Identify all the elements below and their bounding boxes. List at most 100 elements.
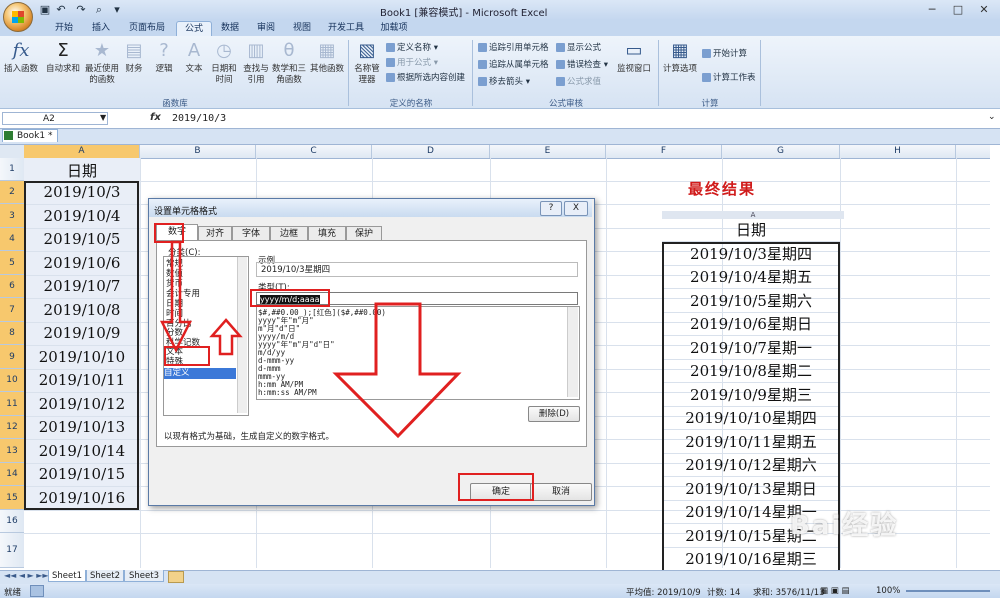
create-from-selection-button[interactable]: 根据所选内容创建 bbox=[386, 72, 465, 84]
sheet-nav-icon[interactable]: ◄◄ ◄ ► ►► bbox=[4, 571, 49, 580]
row-header[interactable]: 7 bbox=[0, 298, 24, 322]
logical-button[interactable]: ? 逻辑 bbox=[150, 40, 178, 75]
save-icon[interactable]: ▣ bbox=[38, 3, 52, 16]
remove-arrows-button[interactable]: 移去箭头 ▾ bbox=[478, 76, 530, 88]
row-header[interactable]: 4 bbox=[0, 228, 24, 251]
column-header-c[interactable]: C bbox=[256, 145, 372, 158]
name-box-dropdown-icon[interactable]: ▼ bbox=[100, 113, 106, 122]
trace-precedents-button[interactable]: 追踪引用单元格 bbox=[478, 42, 549, 54]
minimize-icon[interactable]: ─ bbox=[920, 2, 944, 17]
delete-format-button[interactable]: 删除(D) bbox=[528, 406, 580, 422]
dialog-tab-font[interactable]: 字体 bbox=[232, 226, 270, 240]
cell-a1-header[interactable]: 日期 bbox=[24, 160, 140, 181]
error-checking-button[interactable]: 错误检查 ▾ bbox=[556, 59, 608, 71]
tab-home[interactable]: 开始 bbox=[46, 21, 82, 36]
maximize-icon[interactable]: □ bbox=[946, 2, 970, 17]
select-all-corner[interactable] bbox=[0, 145, 24, 158]
row-header[interactable]: 6 bbox=[0, 275, 24, 298]
print-preview-icon[interactable]: ⌕ bbox=[92, 3, 106, 16]
autosum-button[interactable]: Σ 自动求和 bbox=[46, 40, 80, 75]
calculate-sheet-button[interactable]: 计算工作表 bbox=[702, 72, 756, 84]
undo-icon[interactable]: ↶ bbox=[54, 3, 68, 16]
column-header-g[interactable]: G bbox=[722, 145, 840, 158]
tab-page-layout[interactable]: 页面布局 bbox=[122, 21, 172, 36]
watch-window-button[interactable]: ▭ 监视窗口 bbox=[614, 40, 654, 75]
row-header[interactable]: 9 bbox=[0, 345, 24, 369]
calculator-icon: ▦ bbox=[671, 40, 689, 61]
qat-customize-icon[interactable]: ▾ bbox=[110, 3, 124, 16]
help-icon[interactable]: ? bbox=[540, 201, 562, 216]
dialog-tab-alignment[interactable]: 对齐 bbox=[198, 226, 232, 240]
recent-functions-button[interactable]: ★ 最近使用的函数 bbox=[84, 40, 120, 86]
formula-fx-icon[interactable]: fx bbox=[150, 112, 161, 123]
trace-dependents-button[interactable]: 追踪从属单元格 bbox=[478, 59, 549, 71]
row-header[interactable]: 1 bbox=[0, 158, 24, 181]
tab-developer[interactable]: 开发工具 bbox=[322, 21, 370, 36]
name-box[interactable]: A2 bbox=[2, 112, 108, 125]
row-header[interactable]: 11 bbox=[0, 392, 24, 416]
category-item-selected[interactable]: 自定义 bbox=[164, 368, 236, 379]
row-header[interactable]: 17 bbox=[0, 533, 24, 568]
redo-icon[interactable]: ↷ bbox=[74, 3, 88, 16]
expand-formula-icon[interactable]: ⌄ bbox=[988, 112, 996, 122]
column-header-h[interactable]: H bbox=[840, 145, 956, 158]
tab-addins[interactable]: 加载项 bbox=[374, 21, 414, 36]
column-header-f[interactable]: F bbox=[606, 145, 722, 158]
office-button[interactable] bbox=[3, 2, 33, 32]
date-time-button[interactable]: ◷ 日期和时间 bbox=[208, 40, 240, 86]
use-in-formula-button[interactable]: 用于公式 ▾ bbox=[386, 57, 438, 69]
tab-formulas[interactable]: 公式 bbox=[176, 21, 212, 37]
financial-button[interactable]: ▤ 财务 bbox=[120, 40, 148, 75]
row-header[interactable]: 14 bbox=[0, 463, 24, 486]
column-header-a[interactable]: A bbox=[24, 145, 140, 158]
dialog-tab-protection[interactable]: 保护 bbox=[346, 226, 382, 240]
sheet-tab-1[interactable]: Sheet1 bbox=[48, 570, 86, 582]
zoom-slider[interactable] bbox=[906, 590, 990, 592]
row-header[interactable]: 8 bbox=[0, 322, 24, 345]
sheet-tab-2[interactable]: Sheet2 bbox=[86, 570, 124, 582]
view-buttons-icon[interactable]: ▦ ▣ ▤ bbox=[820, 586, 850, 596]
row-header[interactable]: 12 bbox=[0, 416, 24, 439]
tab-view[interactable]: 视图 bbox=[286, 21, 318, 36]
sheet-tab-3[interactable]: Sheet3 bbox=[124, 570, 164, 582]
insert-function-button[interactable]: fx 插入函数 bbox=[4, 40, 38, 75]
format-list-scrollbar[interactable] bbox=[567, 307, 578, 397]
show-formulas-icon bbox=[556, 43, 565, 52]
row-header[interactable]: 16 bbox=[0, 510, 24, 533]
error-check-icon bbox=[556, 60, 565, 69]
dialog-tab-border[interactable]: 边框 bbox=[270, 226, 308, 240]
more-functions-button[interactable]: ▦ 其他函数 bbox=[308, 40, 346, 75]
row-header[interactable]: 5 bbox=[0, 251, 24, 275]
row-header[interactable]: 2 bbox=[0, 181, 24, 204]
formula-input[interactable]: 2019/10/3 bbox=[172, 113, 226, 124]
dialog-close-icon[interactable]: X bbox=[564, 201, 588, 216]
zoom-level[interactable]: 100% bbox=[876, 586, 900, 596]
tab-review[interactable]: 审阅 bbox=[250, 21, 282, 36]
column-header-d[interactable]: D bbox=[372, 145, 490, 158]
row-header[interactable]: 15 bbox=[0, 486, 24, 510]
evaluate-formula-button[interactable]: 公式求值 bbox=[556, 76, 601, 88]
name-manager-button[interactable]: ▧ 名称管理器 bbox=[352, 40, 382, 86]
row-header[interactable]: 13 bbox=[0, 439, 24, 463]
column-header-b[interactable]: B bbox=[140, 145, 256, 158]
define-name-button[interactable]: 定义名称 ▾ bbox=[386, 42, 438, 54]
dialog-tab-fill[interactable]: 填充 bbox=[308, 226, 346, 240]
tab-insert[interactable]: 插入 bbox=[84, 21, 118, 36]
cancel-button[interactable]: 取消 bbox=[530, 483, 592, 501]
tab-data[interactable]: 数据 bbox=[214, 21, 246, 36]
text-button[interactable]: A 文本 bbox=[180, 40, 208, 75]
math-trig-button[interactable]: θ 数学和三角函数 bbox=[272, 40, 306, 86]
row-header[interactable]: 3 bbox=[0, 204, 24, 228]
calculation-options-button[interactable]: ▦ 计算选项 bbox=[662, 40, 698, 75]
close-icon[interactable]: ✕ bbox=[972, 2, 996, 17]
insert-sheet-icon[interactable] bbox=[168, 571, 184, 583]
row-header[interactable]: 10 bbox=[0, 369, 24, 392]
calculate-now-button[interactable]: 开始计算 bbox=[702, 48, 747, 60]
annotation-arrow-down-icon bbox=[160, 240, 193, 353]
grid-line bbox=[24, 181, 990, 182]
column-header-e[interactable]: E bbox=[490, 145, 606, 158]
format-item[interactable]: h:mm:ss AM/PM bbox=[258, 388, 317, 397]
show-formulas-button[interactable]: 显示公式 bbox=[556, 42, 601, 54]
macro-record-icon[interactable] bbox=[30, 585, 44, 597]
lookup-reference-button[interactable]: ▥ 查找与引用 bbox=[240, 40, 272, 86]
